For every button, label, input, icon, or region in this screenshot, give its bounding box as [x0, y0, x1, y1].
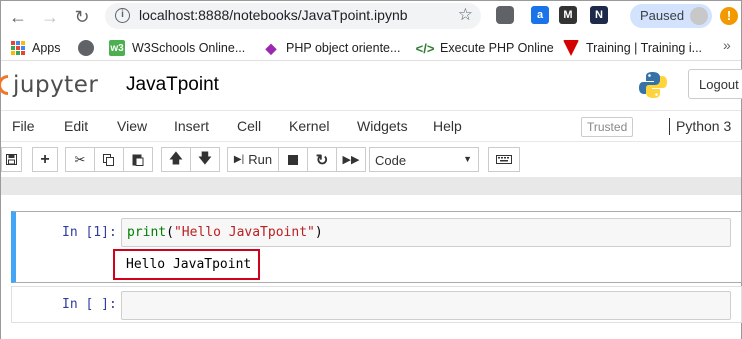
toolbar-separator [1, 177, 741, 195]
cell-input[interactable]: print("Hello JavaTpoint") [121, 218, 731, 247]
menu-file[interactable]: File [12, 118, 35, 134]
move-up-icon[interactable]: 🡅 [161, 147, 191, 172]
browser-toolbar: ← → ↻ i localhost:8888/notebooks/JavaTpo… [1, 1, 741, 33]
bookmark-label: Training | Training i... [586, 41, 703, 55]
bookmarks-bar: Apps w3 W3Schools Online... ◆ PHP object… [1, 33, 741, 61]
menu-cell[interactable]: Cell [237, 118, 261, 134]
back-icon[interactable]: ← [7, 6, 29, 28]
menu-view[interactable]: View [117, 118, 147, 134]
extension-n-icon[interactable]: N [590, 6, 608, 24]
bookmark-label: W3Schools Online... [132, 41, 246, 55]
bookmark-globe[interactable] [78, 39, 101, 57]
bookmark-apps[interactable]: Apps [11, 39, 61, 57]
menu-widgets[interactable]: Widgets [357, 118, 408, 134]
bookmark-label: Execute PHP Online [440, 41, 554, 55]
code-brackets-icon: </> [415, 40, 435, 56]
step-forward-icon: ▶| [233, 154, 245, 165]
bookmark-execute-php[interactable]: </> Execute PHP Online [415, 39, 554, 57]
bookmark-w3schools[interactable]: w3 W3Schools Online... [109, 39, 245, 57]
cell-prompt: In [1]: [62, 225, 117, 240]
jupyter-logo-text: jupyter [13, 72, 99, 98]
restart-icon[interactable]: ↻ [307, 147, 337, 172]
profile-status: Paused [640, 8, 685, 23]
menu-insert[interactable]: Insert [174, 118, 209, 134]
code-paren-close: ) [314, 225, 323, 240]
extension-m-icon[interactable]: M [559, 6, 577, 24]
menu-edit[interactable]: Edit [64, 118, 88, 134]
cell-type-select[interactable]: Code ▼ [369, 147, 479, 172]
apps-grid-icon [11, 41, 25, 55]
trusted-indicator[interactable]: Trusted [581, 117, 634, 137]
cut-icon[interactable]: ✂ [65, 147, 95, 172]
bookmarks-overflow-icon[interactable]: » [723, 37, 731, 53]
extension-cube-icon[interactable] [496, 6, 514, 24]
cell-input[interactable] [121, 291, 731, 320]
notebook-name[interactable]: JavaTpoint [126, 74, 219, 96]
run-button[interactable]: ▶| Run [227, 147, 279, 172]
code-function: print [127, 225, 167, 240]
code-paren-open: ( [166, 225, 174, 240]
bookmark-php-oop[interactable]: ◆ PHP object oriente... [263, 39, 401, 57]
extension-translate-icon[interactable]: a [531, 6, 549, 24]
training-icon [563, 40, 579, 56]
notebook-toolbar: + ✂ 🡅 🡇 ▶| Run ↻ ▶▶ Code ▼ [1, 143, 741, 175]
paste-icon[interactable] [123, 147, 153, 172]
globe-icon [78, 40, 94, 56]
run-label: Run [248, 152, 273, 167]
cell-type-value: Code [375, 153, 407, 168]
jupyter-header: jupyter JavaTpoint Logout [0, 62, 742, 107]
menu-help[interactable]: Help [433, 118, 462, 134]
jupyter-logo[interactable]: jupyter [0, 72, 99, 98]
kernel-indicator[interactable]: Python 3 [669, 118, 731, 135]
menubar: File Edit View Insert Cell Kernel Widget… [1, 110, 741, 142]
cell-output: Hello JavaTpoint [113, 249, 260, 280]
logout-button[interactable]: Logout [688, 69, 742, 99]
code-string: "Hello JavaTpoint" [173, 225, 315, 240]
bookmark-training[interactable]: Training | Training i... [563, 39, 702, 57]
diamond-icon: ◆ [265, 39, 277, 56]
python-logo-icon [639, 72, 667, 98]
copy-icon[interactable] [94, 147, 124, 172]
bookmark-label: PHP object oriente... [286, 41, 401, 55]
bookmark-label: Apps [32, 41, 61, 55]
reload-icon[interactable]: ↻ [71, 6, 93, 28]
jupyter-ring-icon [0, 75, 8, 95]
avatar [690, 7, 708, 25]
move-down-icon[interactable]: 🡇 [190, 147, 220, 172]
save-icon[interactable] [1, 147, 22, 172]
stop-icon[interactable] [278, 147, 308, 172]
w3schools-icon: w3 [109, 40, 125, 56]
update-warning-icon[interactable]: ! [720, 7, 738, 25]
profile-button[interactable]: Paused [630, 4, 712, 28]
menu-kernel[interactable]: Kernel [289, 118, 329, 134]
bookmark-star-icon[interactable]: ☆ [458, 5, 473, 25]
address-bar[interactable]: i localhost:8888/notebooks/JavaTpoint.ip… [105, 3, 481, 29]
keyboard-icon[interactable] [488, 147, 520, 172]
url-text[interactable]: localhost:8888/notebooks/JavaTpoint.ipyn… [139, 7, 408, 23]
site-info-icon[interactable]: i [115, 8, 130, 23]
fast-forward-icon[interactable]: ▶▶ [336, 147, 366, 172]
cell-prompt: In [ ]: [62, 297, 117, 312]
add-cell-icon[interactable]: + [32, 147, 58, 172]
chevron-down-icon: ▼ [463, 154, 472, 164]
forward-icon[interactable]: → [39, 6, 61, 28]
